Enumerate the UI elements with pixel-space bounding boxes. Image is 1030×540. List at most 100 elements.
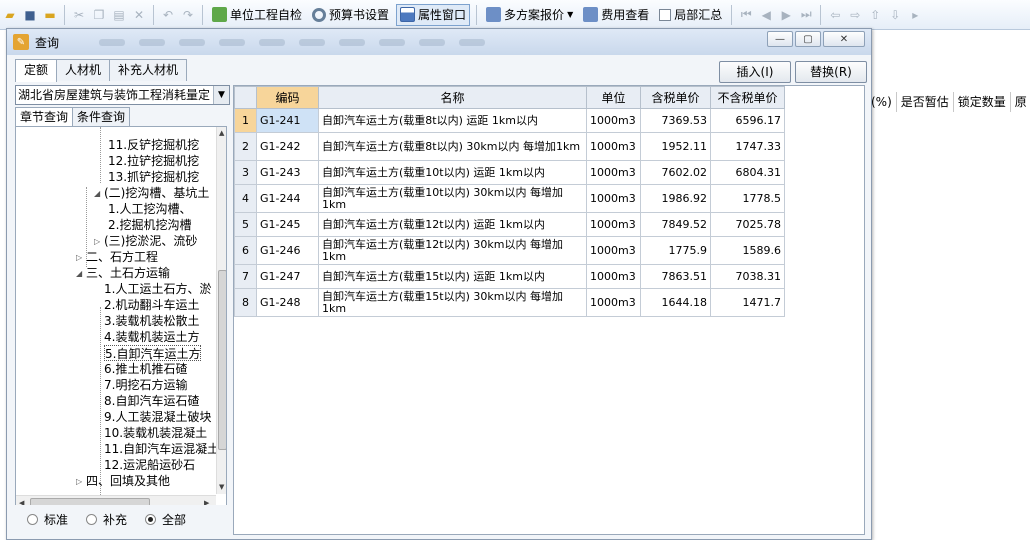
tree-node[interactable]: 2.挖掘机挖沟槽 <box>108 217 191 233</box>
tree-node[interactable]: 8.自卸汽车运石碴 <box>104 393 199 409</box>
tree-node[interactable]: 3.装载机装松散土 <box>104 313 199 329</box>
column-header-name[interactable]: 名称 <box>318 86 587 109</box>
collapse-icon[interactable]: ◢ <box>94 189 100 198</box>
tree-node[interactable]: 三、土石方运输 <box>86 265 170 281</box>
arrow-left-icon[interactable]: ⇦ <box>827 7 843 23</box>
minimize-button[interactable]: — <box>767 31 793 47</box>
insert-button[interactable]: 插入(I) <box>719 61 791 83</box>
background-col-lock-qty[interactable]: 锁定数量 <box>952 92 1010 112</box>
close-button[interactable]: ✕ <box>823 31 865 47</box>
table-row[interactable]: 3 G1-243 自卸汽车运土方(载重10t以内) 运距 1km以内 1000m… <box>234 160 785 185</box>
cell-unit[interactable]: 1000m3 <box>586 212 641 237</box>
cell-name[interactable]: 自卸汽车运土方(载重12t以内) 运距 1km以内 <box>318 212 587 237</box>
cell-code[interactable]: G1-241 <box>256 108 319 133</box>
cell-tax-price[interactable]: 1952.11 <box>640 132 711 161</box>
tree-node[interactable]: 7.明挖石方运输 <box>104 377 187 393</box>
cell-notax-price[interactable]: 6804.31 <box>710 160 785 185</box>
tab-supplementary-material[interactable]: 补充人材机 <box>109 59 188 81</box>
expand-icon[interactable]: ▷ <box>76 253 82 262</box>
tree-vertical-scrollbar[interactable]: ▲ ▼ <box>216 127 226 494</box>
dialog-titlebar[interactable]: ✎ 查询 — ▢ ✕ <box>7 29 871 55</box>
more-icon[interactable]: ▸ <box>907 7 923 23</box>
cell-tax-price[interactable]: 1986.92 <box>640 184 711 213</box>
cell-unit[interactable]: 1000m3 <box>586 160 641 185</box>
cell-unit[interactable]: 1000m3 <box>586 132 641 161</box>
save-icon[interactable]: ■ <box>22 7 38 23</box>
cell-notax-price[interactable]: 1471.7 <box>710 288 785 317</box>
radio-standard-circle[interactable] <box>27 513 38 525</box>
maximize-button[interactable]: ▢ <box>795 31 821 47</box>
arrow-up-icon[interactable]: ⇧ <box>867 7 883 23</box>
table-row[interactable]: 7 G1-247 自卸汽车运土方(载重15t以内) 运距 1km以内 1000m… <box>234 264 785 289</box>
arrow-down-icon[interactable]: ⇩ <box>887 7 903 23</box>
cell-tax-price[interactable]: 1644.18 <box>640 288 711 317</box>
partial-summary-checkbox[interactable] <box>659 8 672 21</box>
expand-icon[interactable]: ▷ <box>94 237 100 246</box>
cell-tax-price[interactable]: 1775.9 <box>640 236 711 265</box>
column-header-code[interactable]: 编码 <box>256 86 319 109</box>
cell-code[interactable]: G1-246 <box>256 236 319 265</box>
cell-tax-price[interactable]: 7863.51 <box>640 264 711 289</box>
copy-icon[interactable]: ❐ <box>91 7 107 23</box>
cell-notax-price[interactable]: 1589.6 <box>710 236 785 265</box>
cell-name[interactable]: 自卸汽车运土方(载重8t以内) 运距 1km以内 <box>318 108 587 133</box>
cell-unit[interactable]: 1000m3 <box>586 184 641 213</box>
tree-node[interactable]: 2.机动翻斗车运土 <box>104 297 199 313</box>
cell-code[interactable]: G1-243 <box>256 160 319 185</box>
replace-button[interactable]: 替换(R) <box>795 61 867 83</box>
column-header-notax-price[interactable]: 不含税单价 <box>710 86 785 109</box>
radio-supplementary[interactable]: 补充 <box>86 511 127 528</box>
cell-tax-price[interactable]: 7602.02 <box>640 160 711 185</box>
table-row[interactable]: 1 G1-241 自卸汽车运土方(载重8t以内) 运距 1km以内 1000m3… <box>234 108 785 133</box>
table-row[interactable]: 5 G1-245 自卸汽车运土方(载重12t以内) 运距 1km以内 1000m… <box>234 212 785 237</box>
cut-icon[interactable]: ✂ <box>71 7 87 23</box>
table-row[interactable]: 2 G1-242 自卸汽车运土方(载重8t以内) 30km以内 每增加1km 1… <box>234 132 785 161</box>
tree-node[interactable]: 二、石方工程 <box>86 249 158 265</box>
table-row[interactable]: 4 G1-244 自卸汽车运土方(载重10t以内) 30km以内 每增加1km … <box>234 184 785 213</box>
cell-name[interactable]: 自卸汽车运土方(载重10t以内) 30km以内 每增加1km <box>318 184 587 213</box>
cell-notax-price[interactable]: 1747.33 <box>710 132 785 161</box>
cell-unit[interactable]: 1000m3 <box>586 264 641 289</box>
folder-icon[interactable]: ▬ <box>42 7 58 23</box>
cell-notax-price[interactable]: 1778.5 <box>710 184 785 213</box>
cell-tax-price[interactable]: 7369.53 <box>640 108 711 133</box>
tab-labor-material[interactable]: 人材机 <box>56 59 111 81</box>
paste-icon[interactable]: ▤ <box>111 7 127 23</box>
cell-name[interactable]: 自卸汽车运土方(载重12t以内) 30km以内 每增加1km <box>318 236 587 265</box>
tree-node[interactable]: 四、回填及其他 <box>86 473 170 487</box>
column-header-unit[interactable]: 单位 <box>586 86 641 109</box>
tree-node[interactable]: 1.人工运土石方、淤 <box>104 281 211 297</box>
cell-name[interactable]: 自卸汽车运土方(载重8t以内) 30km以内 每增加1km <box>318 132 587 161</box>
tab-quota[interactable]: 定额 <box>15 59 58 82</box>
tree-node[interactable]: 1.人工挖沟槽、 <box>108 201 191 217</box>
cell-code[interactable]: G1-248 <box>256 288 319 317</box>
cell-code[interactable]: G1-244 <box>256 184 319 213</box>
cell-code[interactable]: G1-242 <box>256 132 319 161</box>
table-row[interactable]: 8 G1-248 自卸汽车运土方(载重15t以内) 30km以内 每增加1km … <box>234 288 785 317</box>
scroll-down-icon[interactable]: ▼ <box>219 483 224 491</box>
background-col-original[interactable]: 原 <box>1009 92 1030 112</box>
cell-unit[interactable]: 1000m3 <box>586 108 641 133</box>
tree-node[interactable]: 13.抓铲挖掘机挖 <box>108 169 199 185</box>
tree-node[interactable]: 12.运泥船运砂石 <box>104 457 195 473</box>
cell-notax-price[interactable]: 7038.31 <box>710 264 785 289</box>
self-check-button[interactable]: 单位工程自检 <box>209 4 305 26</box>
column-header-tax-price[interactable]: 含税单价 <box>640 86 711 109</box>
cell-unit[interactable]: 1000m3 <box>586 288 641 317</box>
chevron-down-icon[interactable]: ▼ <box>213 86 229 104</box>
cell-notax-price[interactable]: 6596.17 <box>710 108 785 133</box>
tree-node[interactable]: 9.人工装混凝土破块 <box>104 409 211 425</box>
next-icon[interactable]: ▶ <box>778 7 794 23</box>
tree-node[interactable]: 11.自卸汽车运混凝土 <box>104 441 219 457</box>
radio-supplementary-circle[interactable] <box>86 513 98 525</box>
quota-library-select[interactable]: 湖北省房屋建筑与装饰工程消耗量定 ▼ <box>15 85 230 105</box>
fee-view-button[interactable]: 费用查看 <box>580 4 652 26</box>
redo-icon[interactable]: ↷ <box>180 7 196 23</box>
last-icon[interactable]: ⏭ <box>798 7 814 23</box>
cell-name[interactable]: 自卸汽车运土方(载重10t以内) 运距 1km以内 <box>318 160 587 185</box>
property-window-button[interactable]: 属性窗口 <box>396 3 471 26</box>
background-col-estimate[interactable]: 是否暂估 <box>895 92 953 112</box>
delete-icon[interactable]: ✕ <box>131 7 147 23</box>
tree-node[interactable]: 6.推土机推石碴 <box>104 361 187 377</box>
cell-name[interactable]: 自卸汽车运土方(载重15t以内) 30km以内 每增加1km <box>318 288 587 317</box>
